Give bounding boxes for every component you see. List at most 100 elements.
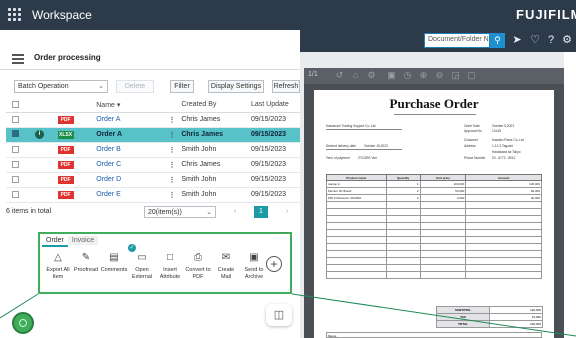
file-name-link[interactable]: Order C — [96, 161, 121, 168]
action-label: Insert Attribute — [159, 267, 181, 280]
display-settings-button[interactable]: Display Settings — [208, 80, 264, 93]
send-icon[interactable]: ➤ — [510, 33, 524, 47]
inbox-tray-button[interactable]: ◫ — [266, 304, 292, 326]
proofread-icon: ✎ — [81, 252, 91, 263]
comments-button[interactable]: ▤ Comments — [100, 252, 128, 274]
search-icon[interactable]: ⚲ — [490, 33, 505, 48]
row-menu-icon[interactable]: ⋮ — [168, 177, 175, 184]
export-icon: △ — [54, 252, 62, 263]
order-date: October 5,2023 — [492, 124, 514, 128]
add-action-button[interactable]: + — [266, 256, 282, 272]
company-name: Kawasumi Trading Support Co.,Ltd. — [326, 124, 377, 128]
history-icon[interactable]: ◷ — [402, 70, 413, 81]
table-row[interactable]: PDF Order C ⋮ Chris James 09/15/2023 — [6, 157, 300, 173]
subtotal-label: SUBTOTAL — [436, 306, 490, 314]
insert-attribute-button[interactable]: □ Insert Attribute — [156, 252, 184, 280]
select-all-checkbox[interactable] — [12, 101, 19, 109]
open-external-button[interactable]: ▭ Open External — [128, 252, 156, 280]
column-header-last-update[interactable]: Last Update — [250, 98, 300, 113]
column-header-name[interactable]: Name ▾ — [96, 98, 169, 113]
created-by-cell: Chris James — [181, 127, 251, 143]
export-all-item-button[interactable]: △ Export All Item — [44, 252, 72, 280]
file-type-badge: XLSX — [57, 130, 74, 139]
row-menu-icon[interactable]: ⋮ — [168, 192, 175, 199]
home-icon[interactable]: ⌂ — [350, 70, 361, 81]
file-type-badge: PDF — [57, 175, 74, 184]
next-page-button[interactable]: › — [280, 206, 294, 218]
row-checkbox[interactable] — [12, 160, 19, 168]
row-checkbox[interactable] — [12, 115, 19, 123]
created-by-cell: Chris James — [181, 112, 251, 128]
notification-bell-icon[interactable]: ♡ — [528, 33, 542, 47]
last-update-cell: 09/15/2023 — [250, 127, 300, 143]
send-to-archive-button[interactable]: ▣ Send to Archive — [240, 252, 268, 280]
document-page: Purchase Order Kawasumi Trading Support … — [314, 90, 554, 338]
file-name-link[interactable]: Order E — [96, 191, 121, 198]
convert-to-pdf-button[interactable]: ⎙ Convert to PDF — [184, 252, 212, 280]
phone-label: Phone Number — [464, 156, 486, 160]
line-item-empty-row — [326, 271, 542, 279]
filter-button[interactable]: Filter — [170, 80, 194, 93]
checkmark-badge-icon: ✓ — [128, 244, 136, 252]
create-mail-button[interactable]: ✉ Create Mail — [212, 252, 240, 280]
refresh-button[interactable]: Refresh — [272, 80, 300, 93]
inbox-icon: ◫ — [273, 309, 285, 321]
table-row[interactable]: PDF Order B ⋮ Smith John 09/15/2023 — [6, 142, 300, 158]
row-menu-icon[interactable]: ⋮ — [168, 132, 175, 139]
action-label: Open External — [131, 267, 153, 280]
current-page[interactable]: 1 — [254, 206, 268, 218]
line-item-empty-row — [326, 257, 542, 265]
zoom-in-icon[interactable]: ⊕ — [418, 70, 429, 81]
search-input[interactable]: Document/Folder N — [424, 33, 490, 48]
tab-invoice[interactable]: Invoice — [67, 236, 99, 245]
archive-icon: ▣ — [249, 252, 259, 263]
address-value: 1-12-3 Tagoshi — [492, 144, 514, 148]
prev-page-button[interactable]: ‹ — [228, 206, 242, 218]
table-row[interactable]: i XLSX Order A ⋮ Chris James 09/15/2023 — [6, 127, 300, 143]
more-options-icon[interactable]: ⋯ — [279, 228, 287, 237]
table-row[interactable]: PDF Order E ⋮ Smith John 09/15/2023 — [6, 187, 300, 203]
page-title: Order processing — [34, 53, 101, 62]
settings-icon[interactable]: ⚙ — [366, 70, 377, 81]
file-name-link[interactable]: Order B — [96, 146, 121, 153]
hamburger-menu-icon[interactable] — [12, 54, 24, 64]
floating-action-button[interactable] — [12, 312, 34, 334]
help-icon[interactable]: ? — [544, 33, 558, 47]
rotate-icon[interactable]: ↺ — [334, 70, 345, 81]
batch-operation-dropdown[interactable]: Batch Operation ⌄ — [14, 80, 108, 93]
tab-order[interactable]: Order — [42, 236, 68, 247]
row-menu-icon[interactable]: ⋮ — [168, 162, 175, 169]
row-menu-icon[interactable]: ⋮ — [168, 147, 175, 154]
items-per-page-value: 20(item(s)) — [148, 209, 182, 216]
row-menu-icon[interactable]: ⋮ — [168, 117, 175, 124]
table-row[interactable]: PDF Order D ⋮ Smith John 09/15/2023 — [6, 172, 300, 188]
row-checkbox[interactable] — [12, 145, 19, 153]
file-name-link[interactable]: Order A — [96, 131, 122, 138]
action-label: Create Mail — [217, 267, 235, 280]
app-launcher-icon[interactable] — [8, 8, 22, 22]
row-checkbox[interactable] — [12, 129, 19, 137]
row-checkbox[interactable] — [12, 190, 19, 198]
line-items-body: Laptop A 1 100,000 100,000 Monitor 4K Brand 2… — [326, 180, 542, 279]
chevron-down-icon: ⌄ — [98, 83, 104, 90]
proofread-button[interactable]: ✎ Proofread — [72, 252, 100, 274]
fullscreen-icon[interactable]: ▢ — [466, 70, 477, 81]
info-icon[interactable]: i — [35, 130, 44, 140]
action-label: Send to Archive — [244, 267, 264, 280]
delete-button[interactable]: Delete — [116, 80, 154, 93]
settings-gear-icon[interactable]: ⚙ — [560, 33, 574, 47]
zoom-out-icon[interactable]: ⊖ — [434, 70, 445, 81]
line-item-empty-row — [326, 250, 542, 258]
fit-icon[interactable]: ◲ — [450, 70, 461, 81]
items-per-page-dropdown[interactable]: 20(item(s)) ⌄ — [144, 206, 216, 218]
save-icon[interactable]: ▣ — [386, 70, 397, 81]
table-header-row: Name ▾ Created By Last Update — [6, 98, 300, 113]
row-checkbox[interactable] — [12, 175, 19, 183]
file-name-link[interactable]: Order D — [96, 176, 121, 183]
file-name-link[interactable]: Order A — [96, 116, 120, 123]
table-row[interactable]: PDF Order A ⋮ Chris James 09/15/2023 — [6, 112, 300, 128]
column-header-created-by[interactable]: Created By — [181, 98, 251, 113]
page-indicator: 1/1 — [308, 71, 318, 78]
phone-value: 03 - 8772 - 8012 — [492, 156, 516, 160]
line-item-empty-row — [326, 215, 542, 223]
